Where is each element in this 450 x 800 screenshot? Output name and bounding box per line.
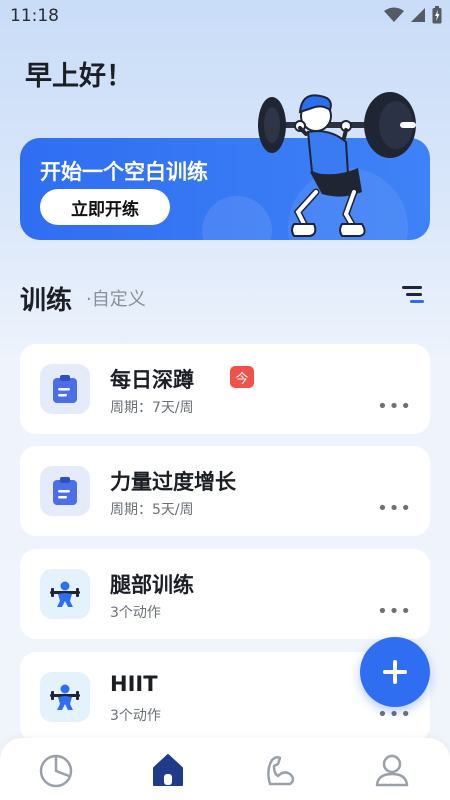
workout-name: 腿部训练 xyxy=(110,573,194,597)
workout-meta: 周期：5天/周 xyxy=(110,502,194,518)
more-options-icon[interactable]: ••• xyxy=(377,704,412,725)
clipboard-plan-icon xyxy=(40,466,90,516)
pie-chart-icon xyxy=(39,754,73,788)
clipboard-plan-icon xyxy=(40,364,90,414)
workout-name: HIIT xyxy=(110,672,158,696)
signal-icon xyxy=(411,8,425,22)
plus-icon xyxy=(383,660,407,684)
workout-name: 力量过度增长 xyxy=(110,470,236,494)
workout-card[interactable]: 腿部训练 3个动作 ••• xyxy=(20,549,430,639)
wifi-icon xyxy=(384,7,404,22)
workout-name: 每日深蹲 xyxy=(110,368,194,392)
section-title: 训练 xyxy=(20,286,73,316)
tab-exercises[interactable] xyxy=(258,748,302,792)
tab-profile[interactable] xyxy=(370,748,414,792)
more-options-icon[interactable]: ••• xyxy=(377,498,412,519)
tab-stats[interactable] xyxy=(34,748,78,792)
workout-meta: 3个动作 xyxy=(110,605,161,621)
greeting-title: 早上好！ xyxy=(25,61,133,92)
sort-icon[interactable] xyxy=(402,284,426,306)
workouts-section-header: 训练 ·自定义 xyxy=(20,280,430,316)
workout-meta: 周期：7天/周 xyxy=(110,400,194,416)
more-options-icon[interactable]: ••• xyxy=(377,601,412,622)
user-icon xyxy=(375,754,409,787)
status-bar: 11:18 xyxy=(0,0,450,32)
workout-card[interactable]: 每日深蹲 今 周期：7天/周 ••• xyxy=(20,344,430,434)
section-subtitle: ·自定义 xyxy=(86,289,146,310)
tab-home[interactable] xyxy=(146,748,190,792)
home-icon xyxy=(153,754,183,786)
status-icons xyxy=(384,6,442,24)
today-badge: 今 xyxy=(230,366,254,388)
workout-card[interactable]: 力量过度增长 周期：5天/周 ••• xyxy=(20,446,430,536)
squat-athlete-illustration xyxy=(258,92,416,237)
weightlifter-icon xyxy=(40,672,90,722)
bottom-tab-bar xyxy=(0,738,450,800)
workout-meta: 3个动作 xyxy=(110,708,161,724)
start-now-button[interactable]: 立即开练 xyxy=(40,189,170,225)
battery-icon xyxy=(432,6,442,24)
flexed-arm-icon xyxy=(267,756,295,786)
more-options-icon[interactable]: ••• xyxy=(377,396,412,417)
add-workout-button[interactable] xyxy=(360,637,430,707)
banner-title: 开始一个空白训练 xyxy=(40,160,208,184)
status-time: 11:18 xyxy=(10,6,59,26)
weightlifter-icon xyxy=(40,569,90,619)
